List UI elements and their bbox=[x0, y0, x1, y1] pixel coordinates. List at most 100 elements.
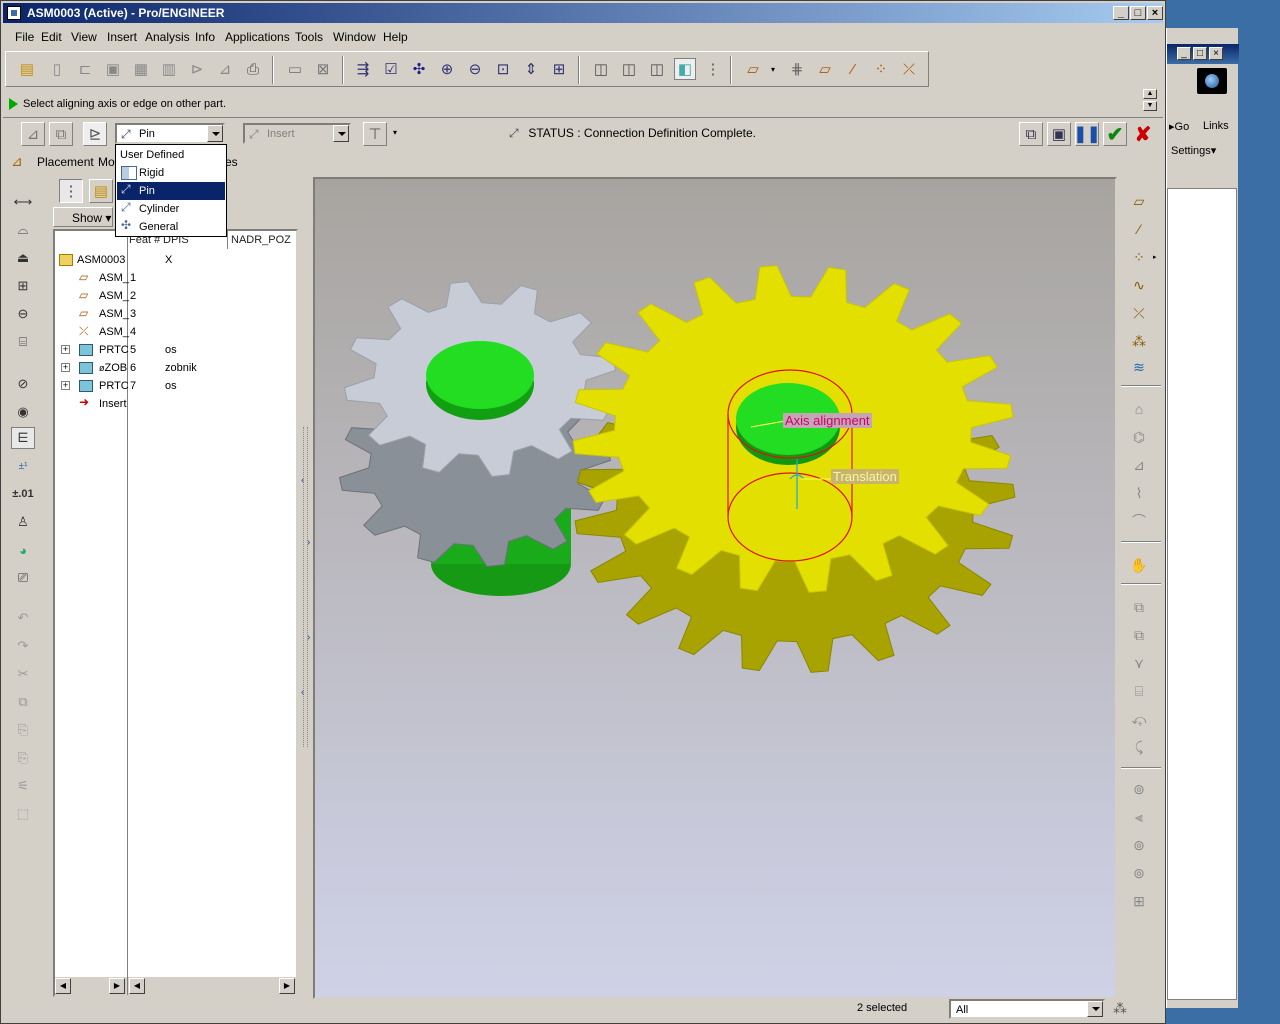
rename-icon[interactable]: ⊳ bbox=[186, 58, 208, 80]
window-close-icon[interactable]: ⊠ bbox=[312, 58, 334, 80]
menu-analysis[interactable]: Analysis bbox=[145, 30, 190, 44]
chevron-right-icon[interactable]: › bbox=[307, 632, 310, 643]
undo-icon[interactable]: ↶ bbox=[11, 607, 35, 629]
datum-plane-icon[interactable]: ▱ bbox=[1125, 189, 1153, 213]
blend-icon[interactable]: ⌸ bbox=[1125, 679, 1153, 703]
axis-alignment-label[interactable]: Axis alignment bbox=[783, 413, 872, 428]
datum-plane-icon[interactable]: ▱ bbox=[814, 58, 836, 80]
save-icon[interactable]: ▣ bbox=[102, 58, 124, 80]
plane-icon[interactable]: ⏏ bbox=[11, 247, 35, 269]
paste-special-icon[interactable]: ⎘ bbox=[11, 747, 35, 769]
go-button[interactable]: ▸Go bbox=[1169, 120, 1189, 133]
tree-row[interactable]: + PRTC 7 os bbox=[55, 377, 296, 395]
option-pin[interactable]: ⤢ Pin bbox=[117, 182, 225, 200]
shading-icon[interactable]: ◧ bbox=[674, 58, 696, 80]
tolerance-icon[interactable]: ±.01 bbox=[11, 483, 35, 505]
assembly-window-icon[interactable]: ▣ bbox=[1047, 122, 1071, 146]
spin-center-icon[interactable]: ✣ bbox=[408, 58, 430, 80]
tree-row[interactable]: ▱ ASM_ 3 bbox=[55, 305, 296, 323]
chevron-down-icon[interactable]: ▾ bbox=[393, 128, 397, 137]
eye-icon[interactable]: ◉ bbox=[11, 401, 35, 423]
tree-horizontal-scrollbar[interactable]: ◀ ▶ ◀ ▶ bbox=[55, 977, 296, 995]
export-icon[interactable]: ⊿ bbox=[214, 58, 236, 80]
trim-icon[interactable]: ⊚ bbox=[1125, 861, 1153, 885]
scroll-right-button[interactable]: ▶ bbox=[109, 978, 125, 994]
rib-icon[interactable]: ⊿ bbox=[1125, 453, 1153, 477]
scroll-right-button[interactable]: ▶ bbox=[279, 978, 295, 994]
selection-filter-dropdown-button[interactable] bbox=[1087, 1001, 1103, 1017]
expand-icon[interactable]: + bbox=[61, 363, 70, 372]
tree-row[interactable]: + PRTC 5 os bbox=[55, 341, 296, 359]
tree-row[interactable]: ⤫ ASM_ 4 bbox=[55, 323, 296, 341]
large-gear[interactable] bbox=[572, 265, 1016, 673]
sweep-icon[interactable]: ⋎ bbox=[1125, 651, 1153, 675]
menu-file[interactable]: File bbox=[15, 30, 34, 44]
measure-icon[interactable]: ⊖ bbox=[11, 303, 35, 325]
links-button[interactable]: Links bbox=[1203, 120, 1229, 132]
hidden-line-icon[interactable]: ◫ bbox=[618, 58, 640, 80]
datum-axes-icon[interactable]: ⁄ bbox=[842, 58, 864, 80]
csys-icon[interactable]: ⤫ bbox=[898, 58, 920, 80]
translation-label[interactable]: Translation bbox=[831, 469, 899, 484]
maximize-button[interactable]: □ bbox=[1130, 6, 1146, 20]
analysis-icon[interactable]: ⁂ bbox=[1125, 329, 1153, 353]
reorient-icon[interactable]: ⇕ bbox=[520, 58, 542, 80]
separate-window-icon[interactable]: ⧉ bbox=[49, 122, 73, 146]
offset-type-icon[interactable]: ⊤ bbox=[363, 122, 387, 146]
regenerate-icon[interactable]: ⇶ bbox=[352, 58, 374, 80]
option-general[interactable]: ✣ General bbox=[117, 218, 225, 236]
tree-row[interactable]: ▱ ASM_ 2 bbox=[55, 287, 296, 305]
redo-icon[interactable]: ↷ bbox=[11, 635, 35, 657]
show-button[interactable]: Show ▾ bbox=[53, 207, 113, 227]
settings-button[interactable]: Settings▾ bbox=[1171, 144, 1216, 157]
accept-button[interactable]: ✔ bbox=[1103, 122, 1127, 146]
person-icon[interactable]: ♙ bbox=[11, 511, 35, 533]
resize-grip-icon[interactable]: ⁂ bbox=[1113, 1000, 1127, 1017]
panel-splitter[interactable]: ‹ › › ‹ bbox=[301, 177, 313, 999]
values-icon[interactable]: ±¹ bbox=[11, 455, 35, 477]
column-nadr-poz[interactable]: NADR_POZ bbox=[231, 234, 291, 246]
bg-close-button[interactable]: × bbox=[1209, 47, 1223, 60]
option-rigid[interactable]: Rigid bbox=[117, 164, 225, 182]
copy-icon[interactable]: ⧉ bbox=[11, 691, 35, 713]
menu-info[interactable]: Info bbox=[195, 30, 215, 44]
backup-icon[interactable]: ▥ bbox=[158, 58, 180, 80]
cancel-button[interactable]: ✘ bbox=[1131, 122, 1155, 146]
pattern-icon[interactable]: ⊞ bbox=[1125, 889, 1153, 913]
kit-icon[interactable]: ⌸ bbox=[11, 331, 35, 353]
regen-manager-icon[interactable]: ☑ bbox=[380, 58, 402, 80]
cut-icon[interactable]: ⤹ bbox=[1125, 735, 1153, 759]
folder-browser-icon[interactable]: ▤ bbox=[89, 179, 113, 203]
datum-point-icon[interactable]: ⁘ bbox=[1125, 245, 1153, 269]
selection-filter[interactable]: All bbox=[949, 999, 1105, 1019]
bg-maximize-button[interactable]: □ bbox=[1193, 47, 1207, 60]
hole-icon[interactable]: ⌂ bbox=[1125, 397, 1153, 421]
zoom-out-icon[interactable]: ⊖ bbox=[464, 58, 486, 80]
tree-row-insert-here[interactable]: ➜ Insert bbox=[55, 395, 296, 413]
chevron-left-icon[interactable]: ‹ bbox=[301, 687, 304, 698]
datum-points-icon[interactable]: ⁘ bbox=[870, 58, 892, 80]
chamfer-icon[interactable]: ⤽ bbox=[1125, 707, 1153, 731]
draft-icon[interactable]: ⌇ bbox=[1125, 481, 1153, 505]
menu-help[interactable]: Help bbox=[383, 30, 408, 44]
shell-icon[interactable]: ⌬ bbox=[1125, 425, 1153, 449]
connection-type-select[interactable]: ⤢ Pin bbox=[115, 123, 225, 144]
save-copy-icon[interactable]: ▦ bbox=[130, 58, 152, 80]
datum-display-icon[interactable]: ▱ bbox=[742, 58, 764, 80]
datum-curve-icon[interactable]: ∿ bbox=[1125, 273, 1153, 297]
select-box-icon[interactable]: ⬚ bbox=[11, 803, 35, 825]
table-icon[interactable]: ⊞ bbox=[11, 275, 35, 297]
tree-row-asm0003[interactable]: ASM0003 X bbox=[55, 251, 296, 269]
hide-icon[interactable]: ⊘ bbox=[11, 373, 35, 395]
sketch-icon[interactable]: ⌓ bbox=[11, 219, 35, 241]
expand-icon[interactable]: + bbox=[61, 381, 70, 390]
pause-button[interactable]: ❚❚ bbox=[1074, 122, 1100, 146]
sketch-curve-icon[interactable]: ≋ bbox=[1125, 355, 1153, 379]
option-cylinder[interactable]: ⤢ Cylinder bbox=[117, 200, 225, 218]
no-hidden-icon[interactable]: ◫ bbox=[646, 58, 668, 80]
constraint-type-dropdown-button[interactable] bbox=[333, 125, 349, 142]
sub-window-icon[interactable]: ⧉ bbox=[1019, 122, 1043, 146]
window-activate-icon[interactable]: ▭ bbox=[284, 58, 306, 80]
csys-icon[interactable]: ⤫ bbox=[1125, 301, 1153, 325]
merge-icon[interactable]: ⊚ bbox=[1125, 833, 1153, 857]
